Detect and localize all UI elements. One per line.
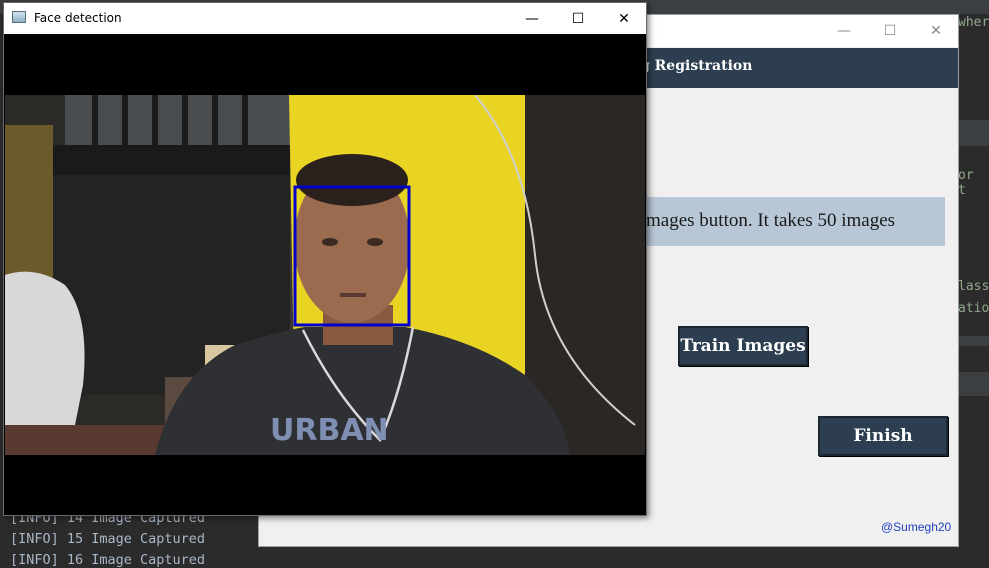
app-window-icon bbox=[12, 11, 26, 23]
minimize-button[interactable]: — bbox=[509, 3, 555, 35]
close-button[interactable]: ✕ bbox=[913, 15, 959, 47]
console-line: [INFO] 16 Image Captured bbox=[10, 552, 206, 568]
face-titlebar[interactable]: Face detection — ☐ ✕ bbox=[4, 3, 646, 34]
window-title: Face detection bbox=[34, 11, 122, 25]
camera-feed: URBAN bbox=[5, 95, 645, 455]
ide-code-fragment: or t bbox=[958, 168, 974, 198]
minimize-button[interactable]: — bbox=[821, 15, 867, 47]
info-text: mages button. It takes 50 images bbox=[646, 210, 896, 231]
maximize-button[interactable]: ☐ bbox=[555, 3, 601, 35]
header-title: g Registration bbox=[640, 58, 753, 74]
ide-panel-bar bbox=[958, 372, 989, 396]
camera-frame-image: URBAN bbox=[5, 95, 645, 455]
console-line: [INFO] 15 Image Captured bbox=[10, 531, 206, 547]
face-detection-window: Face detection — ☐ ✕ URBAN bbox=[3, 2, 647, 516]
shirt-text: URBAN bbox=[270, 413, 389, 448]
train-images-button[interactable]: Train Images bbox=[678, 326, 808, 366]
close-button[interactable]: ✕ bbox=[601, 3, 647, 35]
finish-button[interactable]: Finish bbox=[818, 416, 948, 456]
ide-code-fragment: lass bbox=[958, 279, 989, 294]
maximize-button[interactable]: ☐ bbox=[867, 15, 913, 47]
ide-code-fragment: atio bbox=[958, 301, 989, 316]
console-output: [INFO] 14 Image Captured [INFO] 15 Image… bbox=[0, 510, 260, 568]
ide-panel-bar bbox=[958, 336, 989, 346]
credit-label: @Sumegh20 bbox=[881, 520, 952, 534]
ide-code-fragment: wher bbox=[958, 15, 989, 30]
ide-panel-bar bbox=[958, 120, 989, 146]
